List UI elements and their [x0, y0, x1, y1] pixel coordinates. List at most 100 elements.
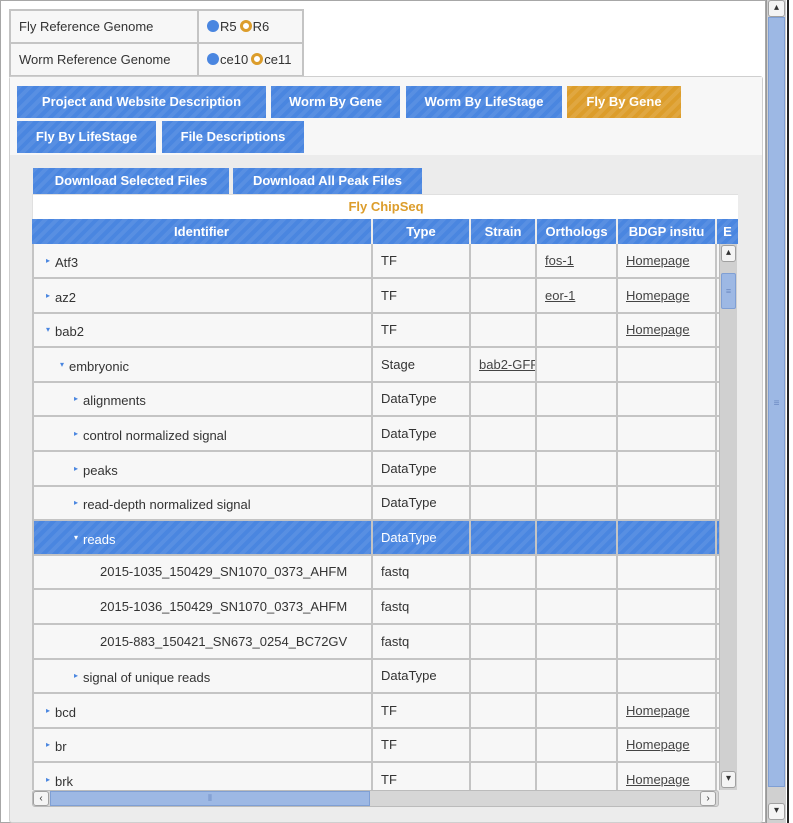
radio-ce11[interactable]: ce11: [251, 52, 291, 67]
scroll-up-icon[interactable]: ▴: [721, 245, 736, 262]
genome-selector: Fly Reference Genome R5 R6 Worm Reference…: [9, 9, 305, 77]
row-identifier: read-depth normalized signal: [83, 497, 251, 512]
orthologs-link[interactable]: eor-1: [545, 288, 575, 303]
collapse-triangle-icon[interactable]: ▾: [60, 348, 67, 381]
cell-strain: bab2-GFP: [471, 348, 537, 381]
cell-strain: [471, 590, 537, 623]
scroll-thumb-vertical[interactable]: ≡: [721, 273, 736, 309]
scroll-thumb-horizontal[interactable]: ⦀: [50, 791, 370, 806]
expand-triangle-icon[interactable]: ▸: [74, 382, 81, 415]
bdgp-link[interactable]: Homepage: [626, 703, 690, 718]
row-identifier: 2015-1036_150429_SN1070_0373_AHFM: [100, 599, 348, 614]
expand-triangle-icon[interactable]: ▸: [46, 763, 53, 790]
scroll-left-icon[interactable]: ‹: [33, 791, 49, 806]
row-type: TF: [381, 772, 397, 787]
cell-type: Stage: [373, 348, 471, 381]
table-row[interactable]: 2015-883_150421_SN673_0254_BC72GV fastq: [34, 625, 719, 660]
tab-file-descriptions[interactable]: File Descriptions: [162, 121, 304, 153]
row-identifier: br: [55, 739, 67, 754]
cell-type: TF: [373, 279, 471, 312]
bdgp-link[interactable]: Homepage: [626, 737, 690, 752]
table-horizontal-scrollbar[interactable]: ‹ ⦀ ›: [32, 790, 719, 807]
orthologs-link[interactable]: fos-1: [545, 253, 574, 268]
table-row[interactable]: ▸ read-depth normalized signal DataType: [34, 486, 719, 521]
table-row[interactable]: ▾ bab2 TF Homepage: [34, 313, 719, 348]
radio-ce10-label: ce10: [220, 52, 249, 67]
radio-unselected-icon: [207, 20, 219, 32]
worm-genome-row: Worm Reference Genome ce10 ce11: [9, 42, 305, 77]
cell-strain: [471, 279, 537, 312]
column-header-bdgp-insitu[interactable]: BDGP insitu: [618, 219, 715, 244]
expand-triangle-icon[interactable]: ▸: [46, 694, 53, 727]
table-row[interactable]: ▸ br TF Homepage: [34, 728, 719, 763]
expand-triangle-icon[interactable]: ▸: [74, 486, 81, 519]
cell-type: TF: [373, 313, 471, 346]
table-row[interactable]: ▸ signal of unique reads DataType: [34, 659, 719, 694]
column-header-identifier[interactable]: Identifier: [32, 219, 371, 244]
page-scroll-thumb[interactable]: ≡: [768, 17, 785, 787]
expand-triangle-icon[interactable]: ▸: [74, 659, 81, 692]
column-header-strain[interactable]: Strain: [471, 219, 535, 244]
row-identifier: alignments: [83, 393, 146, 408]
expand-triangle-icon[interactable]: ▸: [46, 244, 53, 277]
cell-bdgp: [618, 452, 717, 485]
cell-id: ▸ signal of unique reads: [34, 659, 373, 692]
tab-worm-by-lifestage[interactable]: Worm By LifeStage: [406, 86, 562, 118]
tab-worm-by-gene[interactable]: Worm By Gene: [271, 86, 400, 118]
tab-project-description[interactable]: Project and Website Description: [17, 86, 266, 118]
radio-r5[interactable]: R5: [207, 19, 237, 34]
column-header-orthologs[interactable]: Orthologs: [537, 219, 616, 244]
cell-type: DataType: [373, 417, 471, 450]
table-row[interactable]: ▸ control normalized signal DataType: [34, 417, 719, 452]
table-row[interactable]: ▸ bcd TF Homepage: [34, 694, 719, 729]
table-row[interactable]: ▸ brk TF Homepage: [34, 763, 719, 790]
table-header: Identifier Type Strain Orthologs BDGP in…: [32, 219, 738, 244]
page-vertical-scrollbar[interactable]: ▴ ≡ ▾: [766, 0, 786, 823]
fly-genome-row: Fly Reference Genome R5 R6: [9, 9, 305, 44]
cell-type: DataType: [373, 382, 471, 415]
collapse-triangle-icon[interactable]: ▾: [74, 521, 81, 554]
strain-link[interactable]: bab2-GFP: [479, 357, 535, 372]
collapse-triangle-icon[interactable]: ▾: [46, 313, 53, 346]
table-row[interactable]: ▸ az2 TF eor-1 Homepage: [34, 279, 719, 314]
download-selected-files-button[interactable]: Download Selected Files: [33, 168, 229, 194]
expand-triangle-icon[interactable]: ▸: [74, 452, 81, 485]
row-identifier: az2: [55, 290, 76, 305]
column-header-e[interactable]: E: [717, 219, 738, 244]
bdgp-link[interactable]: Homepage: [626, 322, 690, 337]
cell-bdgp: [618, 590, 717, 623]
row-type: DataType: [381, 668, 437, 683]
tab-fly-by-lifestage[interactable]: Fly By LifeStage: [17, 121, 156, 153]
table-row[interactable]: ▾ embryonic Stage bab2-GFP: [34, 348, 719, 383]
bdgp-link[interactable]: Homepage: [626, 772, 690, 787]
scroll-right-icon[interactable]: ›: [700, 791, 716, 806]
tab-fly-by-gene[interactable]: Fly By Gene: [567, 86, 681, 118]
table-row[interactable]: 2015-1035_150429_SN1070_0373_AHFM fastq: [34, 555, 719, 590]
table-row[interactable]: ▸ peaks DataType: [34, 452, 719, 487]
bdgp-link[interactable]: Homepage: [626, 288, 690, 303]
cell-type: fastq: [373, 590, 471, 623]
cell-strain: [471, 625, 537, 658]
column-header-type[interactable]: Type: [373, 219, 469, 244]
cell-orthologs: [537, 417, 618, 450]
cell-orthologs: eor-1: [537, 279, 618, 312]
cell-id: ▸ br: [34, 728, 373, 761]
radio-ce10[interactable]: ce10: [207, 52, 248, 67]
download-all-peak-files-button[interactable]: Download All Peak Files: [233, 168, 422, 194]
table-row[interactable]: 2015-1036_150429_SN1070_0373_AHFM fastq: [34, 590, 719, 625]
bdgp-link[interactable]: Homepage: [626, 253, 690, 268]
table-row[interactable]: ▸ alignments DataType: [34, 382, 719, 417]
expand-triangle-icon[interactable]: ▸: [46, 279, 53, 312]
cell-bdgp: [618, 382, 717, 415]
table-body: ▸ Atf3 TF fos-1 Homepage ▸ az2 TF eor-1 Homepage ▾…: [32, 244, 719, 790]
page-scroll-down-icon[interactable]: ▾: [768, 803, 785, 820]
scroll-down-icon[interactable]: ▾: [721, 771, 736, 788]
expand-triangle-icon[interactable]: ▸: [46, 728, 53, 761]
table-row[interactable]: ▾ reads DataType: [34, 521, 719, 556]
table-row[interactable]: ▸ Atf3 TF fos-1 Homepage: [34, 244, 719, 279]
cell-bdgp: [618, 659, 717, 692]
expand-triangle-icon[interactable]: ▸: [74, 417, 81, 450]
page-scroll-up-icon[interactable]: ▴: [768, 0, 785, 17]
radio-r6[interactable]: R6: [239, 19, 269, 34]
table-vertical-scrollbar[interactable]: ▴ ≡ ▾: [719, 244, 737, 790]
